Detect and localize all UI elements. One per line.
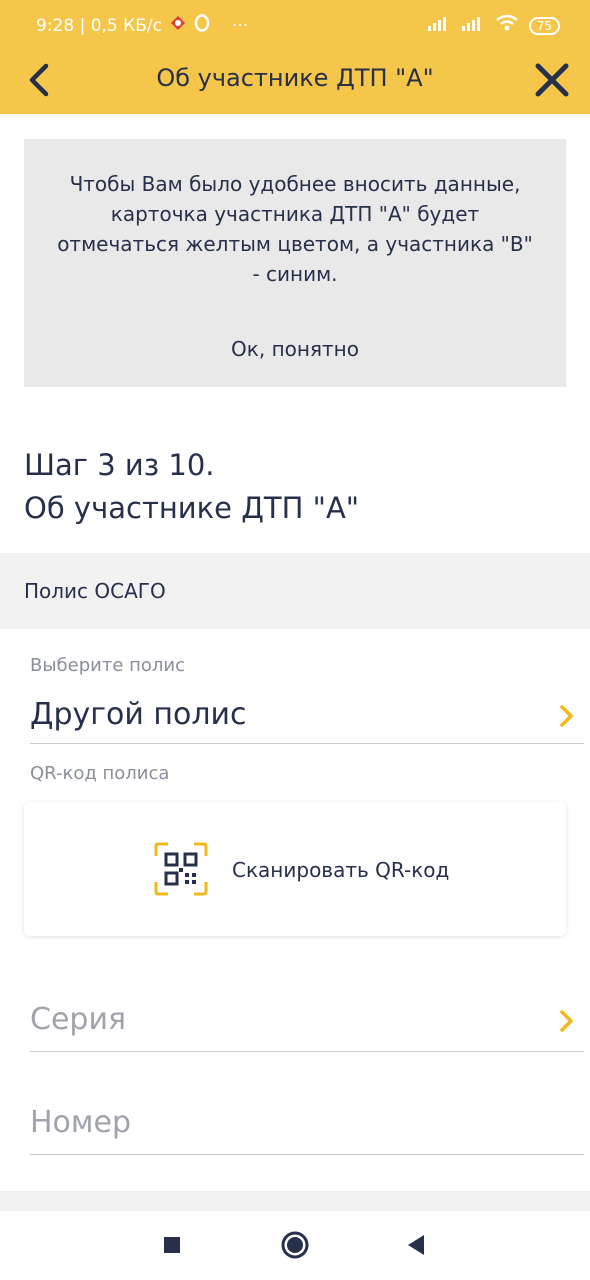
wifi-icon [495, 14, 519, 37]
more-dots: ··· [231, 15, 249, 36]
policy-select-value: Другой полис [30, 697, 247, 732]
qr-code-icon [154, 842, 208, 896]
close-icon [535, 63, 569, 97]
policy-select[interactable]: Другой полис [30, 697, 584, 744]
nav-home-icon [281, 1231, 309, 1259]
back-button[interactable] [22, 60, 62, 100]
app-bar: Об участнике ДТП "А" [0, 48, 590, 114]
step-counter: Шаг 3 из 10. [24, 448, 215, 482]
qr-label: QR-код полиса [30, 763, 170, 784]
page-title: Об участнике ДТП "А" [156, 64, 434, 92]
section-header: Полис ОСАГО [0, 553, 590, 629]
home-button[interactable] [279, 1229, 311, 1261]
step-title: Шаг 3 из 10. Об участнике ДТП "А" [24, 444, 359, 530]
ok-button[interactable]: Ок, понятно [24, 337, 566, 361]
back-arrow-icon [29, 63, 49, 97]
system-back-button[interactable] [400, 1229, 432, 1261]
series-select[interactable]: Серия [30, 1002, 584, 1052]
recent-apps-button[interactable] [156, 1229, 188, 1261]
nav-back-icon [408, 1235, 424, 1255]
number-placeholder: Номер [30, 1105, 132, 1140]
series-placeholder: Серия [30, 1002, 126, 1037]
step-heading: Об участнике ДТП "А" [24, 491, 360, 525]
status-right: 75 [427, 14, 560, 37]
status-left: 9:28 | 0,5 КБ/с ··· [36, 14, 248, 37]
scan-qr-button[interactable]: Сканировать QR-код [24, 802, 566, 936]
app-header: 9:28 | 0,5 КБ/с ··· 75 Об участнике ДТП … [0, 0, 590, 114]
signal-icon [427, 15, 451, 36]
signal-2-icon [461, 15, 485, 36]
opera-icon [194, 14, 210, 37]
bottom-strip [0, 1191, 590, 1211]
notification-icon [168, 14, 188, 37]
status-bar: 9:28 | 0,5 КБ/с ··· 75 [0, 0, 590, 48]
nav-square-icon [164, 1237, 180, 1253]
info-text: Чтобы Вам было удобнее вносить данные, к… [57, 172, 533, 286]
section-title: Полис ОСАГО [24, 579, 166, 603]
policy-select-label: Выберите полис [30, 655, 186, 676]
close-button[interactable] [530, 58, 574, 102]
chevron-right-icon [560, 705, 573, 727]
scan-qr-label: Сканировать QR-код [232, 858, 450, 882]
status-time-speed: 9:28 | 0,5 КБ/с [36, 15, 162, 36]
number-input[interactable]: Номер [30, 1105, 584, 1155]
info-card: Чтобы Вам было удобнее вносить данные, к… [24, 139, 566, 387]
system-nav-bar [0, 1211, 590, 1280]
chevron-right-icon [560, 1010, 573, 1032]
battery-icon: 75 [528, 16, 560, 35]
